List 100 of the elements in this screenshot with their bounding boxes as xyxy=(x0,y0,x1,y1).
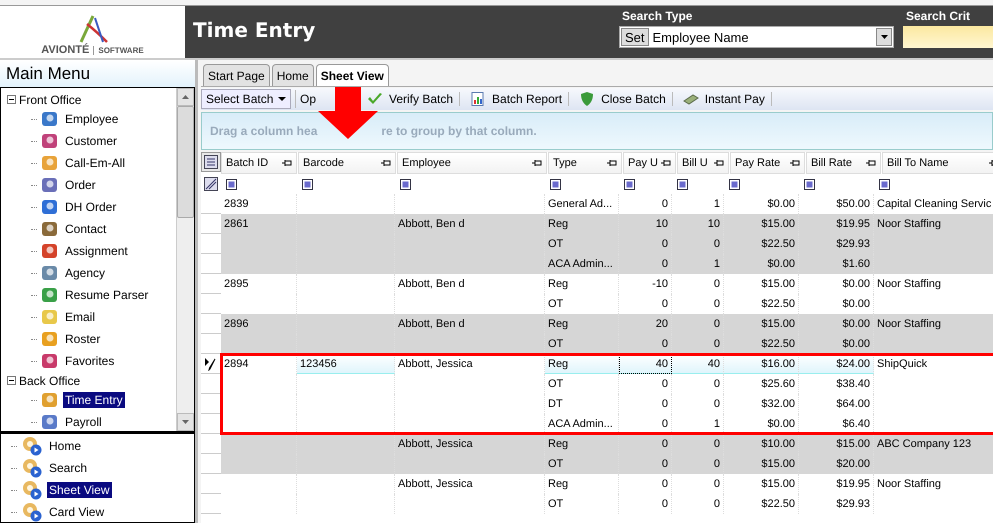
filter-icon[interactable] xyxy=(302,178,313,190)
toolbar-button[interactable]: Instant Pay xyxy=(676,92,772,106)
table-cell: 0 xyxy=(662,478,668,490)
sub-menu-item[interactable]: Search xyxy=(47,460,90,476)
table-cell: $20.00 xyxy=(836,458,870,470)
menu-item[interactable]: Payroll xyxy=(63,414,104,430)
pin-icon[interactable] xyxy=(661,159,671,167)
table-cell: $1.60 xyxy=(842,258,870,270)
pin-icon[interactable] xyxy=(532,159,542,167)
menu-item[interactable]: Employee xyxy=(63,111,120,127)
filter-icon[interactable] xyxy=(729,178,740,190)
menu-item[interactable]: Customer xyxy=(63,133,120,149)
table-cell: 0 xyxy=(714,478,720,490)
menu-item[interactable]: Favorites xyxy=(63,353,116,369)
table-cell: OT xyxy=(548,238,564,250)
table-cell: Reg xyxy=(548,358,568,370)
table-cell: 0 xyxy=(714,378,720,390)
table-cell: OT xyxy=(548,458,564,470)
table-cell: $15.00 xyxy=(761,478,795,490)
menu-item[interactable]: DH Order xyxy=(63,199,118,215)
scroll-down-icon[interactable] xyxy=(182,420,189,424)
table-cell: $24.00 xyxy=(836,358,870,370)
table-cell: $15.00 xyxy=(761,318,795,330)
banknote-icon xyxy=(682,92,699,106)
table-cell: $0.00 xyxy=(842,338,870,350)
check-icon xyxy=(367,92,383,106)
table-cell: $19.95 xyxy=(836,218,870,230)
table-cell: Noor Staffing xyxy=(877,478,942,490)
sub-menu-item[interactable]: Card View xyxy=(47,504,106,520)
menu-item[interactable]: Call-Em-All xyxy=(63,155,127,171)
table-cell: -10 xyxy=(652,278,668,290)
report-icon xyxy=(470,92,486,106)
collapse-icon[interactable] xyxy=(7,376,16,385)
gear-play-icon xyxy=(21,436,43,456)
table-cell: OT xyxy=(548,498,564,510)
menu-item[interactable]: Agency xyxy=(63,265,108,281)
tab[interactable]: Start Page xyxy=(203,64,270,86)
column-header[interactable]: Type xyxy=(548,152,622,174)
column-chooser-button[interactable] xyxy=(201,152,221,172)
column-header[interactable]: Batch ID xyxy=(221,152,297,174)
column-header[interactable]: Pay Rate xyxy=(730,152,805,174)
filter-icon[interactable] xyxy=(624,178,635,190)
table-cell: $6.40 xyxy=(842,418,870,430)
collapse-icon[interactable] xyxy=(7,95,16,104)
pin-icon[interactable] xyxy=(282,159,292,167)
logo-tagline: SOFTWARE xyxy=(93,46,144,55)
pin-icon[interactable] xyxy=(381,159,391,167)
table-cell: 2895 xyxy=(224,278,248,290)
table-cell: 0 xyxy=(662,418,668,430)
sub-menu-item[interactable]: Home xyxy=(47,438,84,454)
column-header[interactable]: Employee xyxy=(397,152,547,174)
toolbar-button[interactable]: Close Batch xyxy=(573,92,673,106)
menu-item[interactable]: Resume Parser xyxy=(63,287,150,303)
tile-icon xyxy=(41,352,59,370)
filter-icon[interactable] xyxy=(879,178,890,190)
pin-icon[interactable] xyxy=(607,159,617,167)
filter-icon[interactable] xyxy=(400,178,411,190)
search-criteria-field[interactable] xyxy=(903,26,993,48)
table-cell: 0 xyxy=(714,238,720,250)
filter-icon[interactable] xyxy=(804,178,815,190)
column-header[interactable]: Bill To Name xyxy=(882,152,993,174)
table-cell: 40 xyxy=(708,358,720,370)
scroll-up-icon[interactable] xyxy=(182,95,189,99)
group-by-hint: Drag a column hea xyxy=(210,124,318,138)
menu-item[interactable]: Assignment xyxy=(63,243,130,259)
tab[interactable]: Sheet View xyxy=(316,64,389,86)
column-header[interactable]: Barcode xyxy=(298,152,396,174)
row-header[interactable] xyxy=(201,354,221,374)
menu-item[interactable]: Time Entry xyxy=(63,392,125,408)
tile-icon xyxy=(41,132,59,150)
column-header[interactable]: Pay U xyxy=(623,152,676,174)
table-cell: Abbott, Ben d xyxy=(398,318,465,330)
scrollbar[interactable] xyxy=(176,88,194,431)
table-cell: Abbott, Ben d xyxy=(398,218,465,230)
table-cell: Abbott, Jessica xyxy=(398,478,473,490)
tile-icon xyxy=(41,308,59,326)
pin-icon[interactable] xyxy=(790,159,800,167)
table-cell: 2894 xyxy=(224,358,248,370)
tab[interactable]: Home xyxy=(272,64,314,86)
table-cell: ABC Company 123 xyxy=(877,438,972,450)
tree-group[interactable]: Back Office xyxy=(19,374,80,388)
tree-group[interactable]: Front Office xyxy=(19,92,82,106)
menu-item[interactable]: Roster xyxy=(63,331,102,347)
pin-icon[interactable] xyxy=(714,159,724,167)
menu-item[interactable]: Email xyxy=(63,309,98,325)
column-header[interactable]: Bill Rate xyxy=(806,152,881,174)
filter-icon[interactable] xyxy=(550,178,561,190)
table-cell: 40 xyxy=(656,358,668,370)
menu-item[interactable]: Order xyxy=(63,177,98,193)
pin-icon[interactable] xyxy=(866,159,876,167)
sub-menu-item[interactable]: Sheet View xyxy=(47,482,112,498)
filter-clear-icon[interactable] xyxy=(204,177,218,191)
menu-item[interactable]: Contact xyxy=(63,221,108,237)
column-header[interactable]: Bill U xyxy=(677,152,729,174)
filter-icon[interactable] xyxy=(677,178,688,190)
select-batch-dropdown[interactable]: Select Batch xyxy=(201,89,291,109)
tile-icon xyxy=(41,110,59,128)
filter-icon[interactable] xyxy=(226,178,237,190)
toolbar-button[interactable]: Batch Report xyxy=(464,92,570,106)
table-cell: Abbott, Jessica xyxy=(398,438,473,450)
